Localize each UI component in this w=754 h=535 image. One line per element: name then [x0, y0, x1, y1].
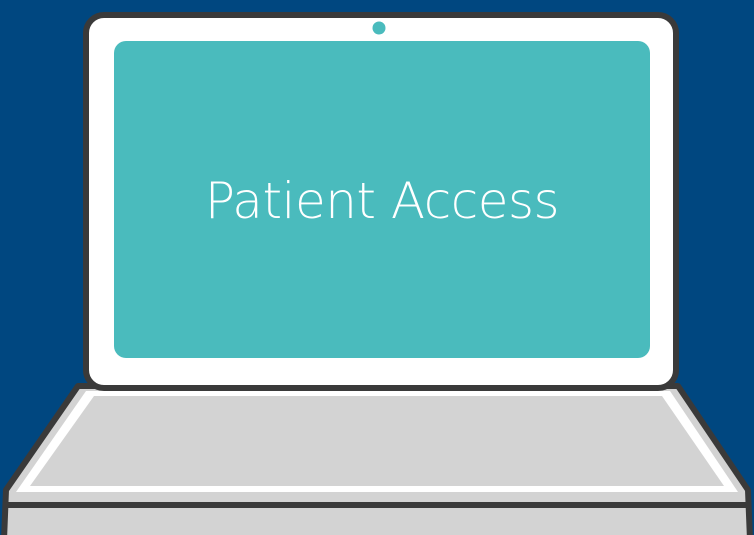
screen-title: Patient Access: [204, 172, 560, 230]
webcam-icon: [372, 21, 386, 35]
laptop-screen: Patient Access: [114, 41, 650, 358]
keyboard-deck: [30, 396, 724, 486]
illustration-scene: Patient Access: [0, 0, 754, 535]
